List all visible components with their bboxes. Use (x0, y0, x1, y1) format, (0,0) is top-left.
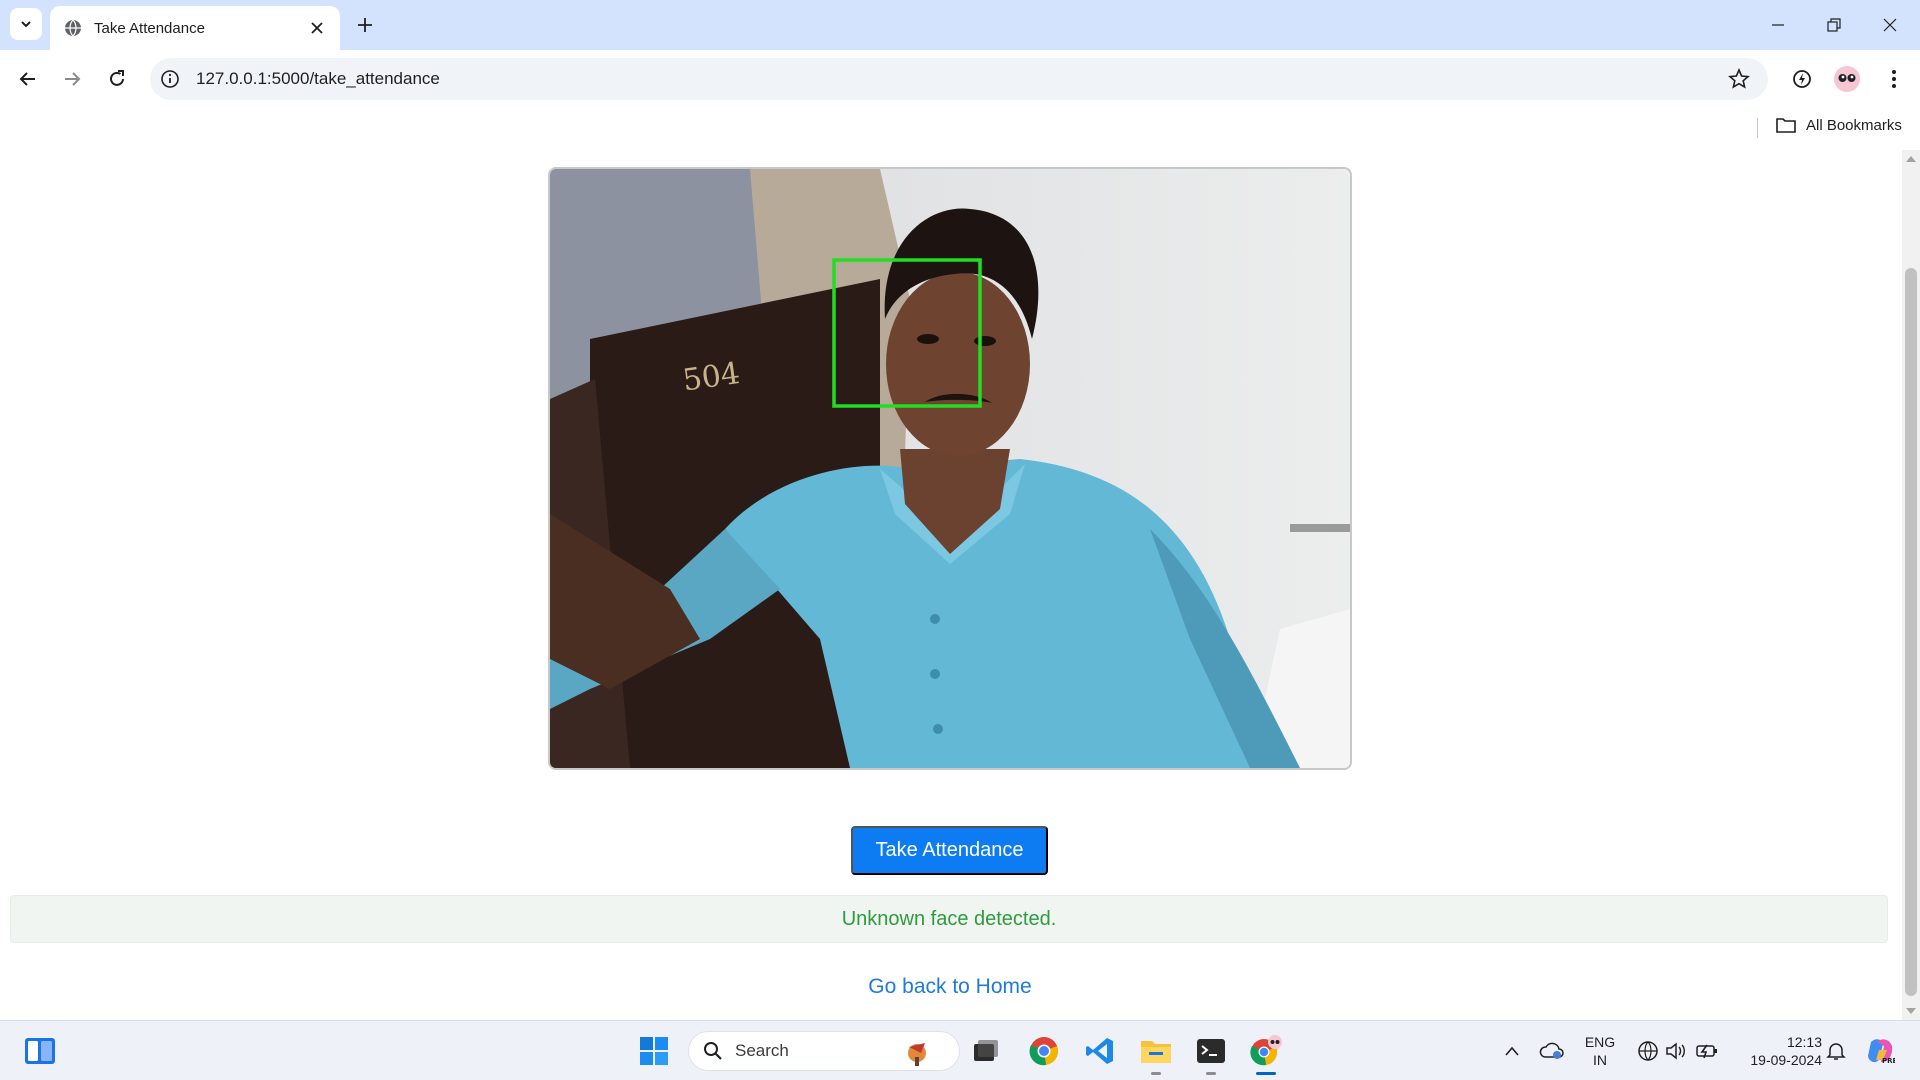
page-viewport: 504 Take Attendance Unknown face detecte… (0, 150, 1920, 1020)
minimize-icon (1772, 24, 1784, 26)
taskbar-chrome-profile-button[interactable] (1248, 1033, 1284, 1075)
language-indicator[interactable]: ENG IN (1580, 1033, 1620, 1069)
globe-icon (65, 19, 81, 37)
show-hidden-icons-button[interactable] (1494, 1033, 1530, 1069)
avatar (1834, 66, 1860, 92)
status-alert: Unknown face detected. (10, 895, 1888, 943)
search-highlight-icon (908, 1043, 926, 1066)
speaker-icon (1666, 1042, 1685, 1060)
keyboard-region: IN (1593, 1052, 1607, 1068)
chevron-down-icon (21, 21, 31, 28)
start-button[interactable] (636, 1033, 672, 1069)
more-vertical-icon (1892, 70, 1896, 88)
taskbar-terminal-button[interactable] (1193, 1033, 1229, 1075)
address-bar[interactable]: 127.0.0.1:5000/take_attendance (150, 58, 1768, 100)
chrome-icon (1029, 1037, 1058, 1066)
bookmarks-bar: All Bookmarks (0, 108, 1920, 150)
widgets-icon (25, 1038, 55, 1064)
home-link-row: Go back to Home (0, 975, 1900, 999)
all-bookmarks-label: All Bookmarks (1806, 116, 1902, 134)
scroll-thumb[interactable] (1905, 268, 1917, 996)
task-view-icon (974, 1040, 998, 1061)
arrow-right-icon (65, 72, 81, 86)
chevron-up-icon (1505, 1046, 1519, 1056)
taskbar-search-box[interactable]: Search (688, 1031, 960, 1071)
terminal-icon (1197, 1039, 1225, 1063)
page-scrollbar[interactable] (1902, 150, 1920, 1020)
copilot-icon: PRE (1868, 1039, 1895, 1065)
taskbar-file-explorer-button[interactable] (1138, 1033, 1174, 1075)
vscode-icon (1086, 1038, 1113, 1064)
reload-icon (110, 70, 124, 86)
performance-button[interactable] (1788, 65, 1816, 93)
running-indicator (1206, 1072, 1216, 1075)
go-back-home-link[interactable]: Go back to Home (868, 975, 1031, 998)
site-info-icon[interactable] (160, 69, 180, 89)
new-tab-button[interactable] (352, 12, 378, 38)
cloud-icon (1539, 1042, 1564, 1059)
browser-tab-strip: Take Attendance (0, 0, 1920, 50)
taskbar-chrome-button[interactable] (1026, 1033, 1062, 1069)
windows-logo-icon (640, 1037, 668, 1065)
browser-toolbar: 127.0.0.1:5000/take_attendance (0, 50, 1920, 108)
bell-icon (1826, 1043, 1846, 1060)
onedrive-button[interactable] (1534, 1033, 1570, 1069)
take-attendance-button[interactable]: Take Attendance (851, 826, 1048, 875)
task-view-button[interactable] (968, 1033, 1004, 1069)
webcam-image: 504 (550, 169, 1350, 768)
scroll-down-arrow-icon[interactable] (1906, 1008, 1916, 1014)
camera-feed: 504 (548, 167, 1352, 770)
tab-title: Take Attendance (94, 19, 205, 37)
bookmark-star-icon[interactable] (1728, 68, 1750, 90)
chrome-profile-icon (1250, 1035, 1282, 1066)
speed-icon (1793, 70, 1811, 88)
url-text[interactable]: 127.0.0.1:5000/take_attendance (196, 69, 440, 89)
running-indicator (1151, 1072, 1161, 1075)
search-placeholder: Search (735, 1041, 789, 1060)
battery-button[interactable] (1689, 1033, 1725, 1069)
taskbar-vscode-button[interactable] (1082, 1033, 1118, 1069)
notifications-button[interactable] (1818, 1033, 1854, 1069)
clock[interactable]: 12:13 19-09-2024 (1730, 1033, 1822, 1069)
battery-charging-icon (1696, 1044, 1717, 1059)
forward-button[interactable] (56, 63, 88, 95)
close-window-button[interactable] (1870, 10, 1910, 40)
reload-button[interactable] (101, 63, 133, 95)
search-icon (704, 1042, 722, 1060)
close-icon (1883, 18, 1897, 32)
back-button[interactable] (12, 63, 44, 95)
copilot-button[interactable]: PRE (1862, 1033, 1898, 1069)
profile-button[interactable] (1833, 65, 1861, 93)
plus-icon (358, 18, 372, 32)
arrow-left-icon (19, 72, 35, 86)
clock-date: 19-09-2024 (1750, 1052, 1822, 1068)
clock-time: 12:13 (1786, 1034, 1822, 1050)
tab-take-attendance[interactable]: Take Attendance (50, 6, 340, 50)
bookmarks-divider (1757, 118, 1758, 138)
scroll-up-arrow-icon[interactable] (1906, 156, 1916, 162)
browser-menu-button[interactable] (1880, 65, 1908, 93)
folder-icon (1776, 118, 1796, 133)
tab-search-button[interactable] (10, 8, 42, 40)
language-code: ENG (1584, 1034, 1616, 1050)
folder-icon (1141, 1041, 1171, 1063)
all-bookmarks-button[interactable]: All Bookmarks (1776, 116, 1902, 134)
windows-taskbar: Search ENG IN 12:13 19-09-2024 PRE (0, 1020, 1920, 1080)
widgets-button[interactable] (22, 1033, 58, 1069)
minimize-button[interactable] (1758, 10, 1798, 40)
status-message: Unknown face detected. (841, 907, 1057, 930)
close-tab-icon[interactable] (308, 19, 326, 37)
restore-icon (1827, 18, 1841, 32)
preview-badge-text: PRE (1882, 1057, 1895, 1065)
globe-icon (1638, 1041, 1658, 1061)
restore-button[interactable] (1814, 10, 1854, 40)
active-indicator (1256, 1072, 1276, 1075)
